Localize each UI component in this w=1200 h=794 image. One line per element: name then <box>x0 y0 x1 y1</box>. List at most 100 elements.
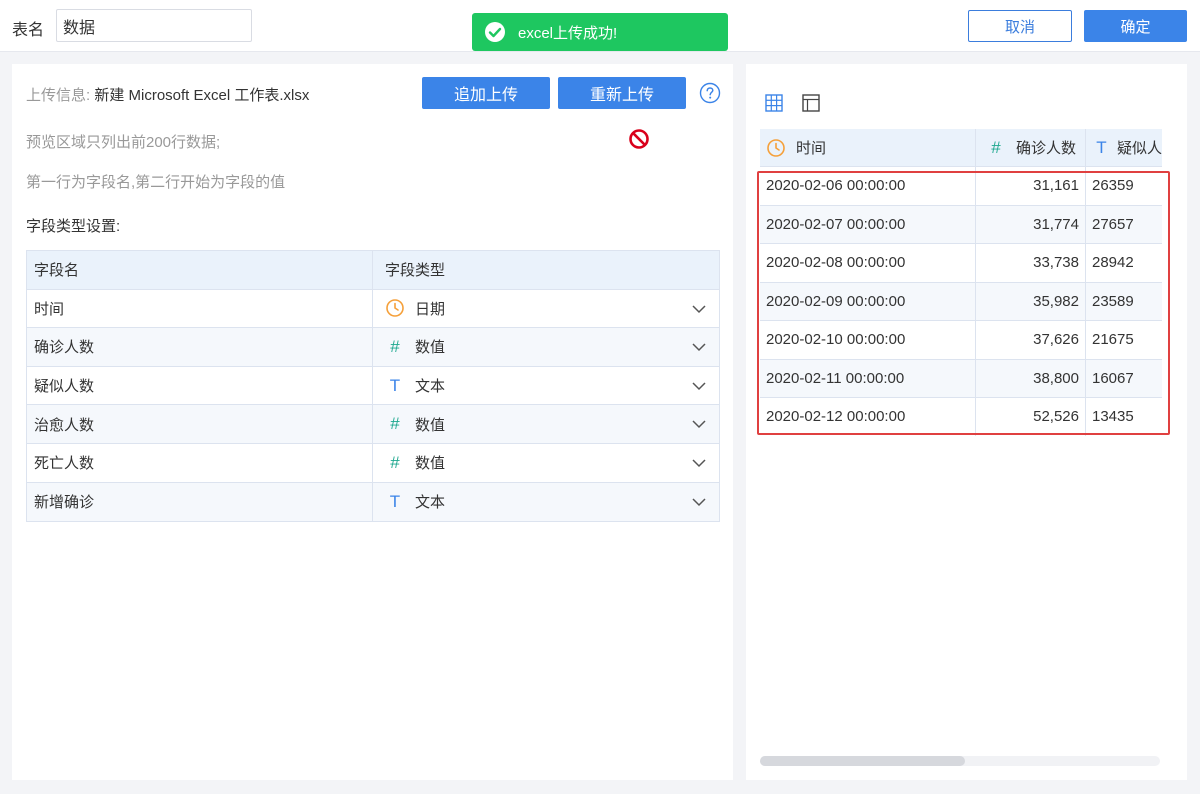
cell-suspected: 28942 <box>1092 254 1134 272</box>
cell-time: 2020-02-09 00:00:00 <box>760 282 976 320</box>
table-row: 2020-02-06 00:00:00 31,161 26359 <box>760 167 1162 206</box>
text-t-icon: T <box>389 375 401 395</box>
cell-time: 2020-02-08 00:00:00 <box>760 244 976 282</box>
layout-view-icon[interactable] <box>802 94 820 112</box>
field-type-section-title: 字段类型设置: <box>26 218 121 235</box>
table-row: 死亡人数 # 数值 <box>27 443 719 483</box>
table-name-label: 表名 <box>12 22 45 39</box>
upload-info: 上传信息: 新建 Microsoft Excel 工作表.xlsx <box>26 84 309 105</box>
preview-table-header: 时间 # 确诊人数 T 疑似人 <box>760 129 1162 167</box>
hash-icon: # <box>390 414 400 434</box>
cell-time: 2020-02-10 00:00:00 <box>760 321 976 359</box>
field-type-value: 数值 <box>415 455 446 473</box>
field-table-header: 字段名 字段类型 <box>27 251 719 290</box>
table-row: 2020-02-07 00:00:00 31,774 27657 <box>760 205 1162 244</box>
cell-time: 2020-02-12 00:00:00 <box>760 398 976 436</box>
reupload-button[interactable]: 重新上传 <box>558 77 686 109</box>
clock-icon <box>385 298 405 318</box>
field-type-select[interactable]: T 文本 <box>373 483 719 522</box>
cell-suspected: 27657 <box>1092 215 1134 233</box>
cell-time: 2020-02-06 00:00:00 <box>760 167 976 205</box>
chevron-down-icon <box>692 498 706 506</box>
cell-suspected: 21675 <box>1092 331 1134 349</box>
column-header-label: 确诊人数 <box>1016 140 1077 157</box>
check-circle-icon <box>485 22 505 42</box>
cell-confirmed: 33,738 <box>976 244 1086 282</box>
table-row: 2020-02-08 00:00:00 33,738 28942 <box>760 244 1162 283</box>
confirm-button[interactable]: 确定 <box>1084 10 1187 42</box>
column-header-suspected: T 疑似人 <box>1086 129 1162 166</box>
table-row: 2020-02-11 00:00:00 38,800 16067 <box>760 359 1162 398</box>
horizontal-scrollbar[interactable] <box>760 756 1160 766</box>
help-icon[interactable] <box>699 82 721 104</box>
cell-confirmed: 35,982 <box>976 282 1086 320</box>
upload-file-name: 新建 Microsoft Excel 工作表.xlsx <box>94 87 310 104</box>
field-type-value: 数值 <box>415 339 446 357</box>
field-name: 死亡人数 <box>27 443 373 482</box>
table-row: 新增确诊 T 文本 <box>27 482 719 522</box>
hash-icon: # <box>390 452 400 472</box>
cell-suspected: 13435 <box>1092 408 1134 426</box>
cell-suspected: 16067 <box>1092 369 1134 387</box>
table-row: 疑似人数 T 文本 <box>27 366 719 406</box>
toast-message: excel上传成功! <box>518 24 618 42</box>
text-t-icon: T <box>1096 137 1107 157</box>
chevron-down-icon <box>692 420 706 429</box>
text-t-icon: T <box>389 491 401 511</box>
cancel-button[interactable]: 取消 <box>968 10 1072 42</box>
field-type-select[interactable]: 日期 <box>373 290 719 328</box>
column-header-confirmed: # 确诊人数 <box>976 129 1086 166</box>
data-preview-panel: 时间 # 确诊人数 T 疑似人 2020-02-06 00:00:00 31,1… <box>746 64 1187 780</box>
success-toast: excel上传成功! <box>472 13 728 51</box>
chevron-down-icon <box>692 382 706 390</box>
cell-confirmed: 31,774 <box>976 205 1086 243</box>
column-header-field-type: 字段类型 <box>385 262 446 280</box>
column-header-label: 疑似人 <box>1116 140 1162 157</box>
preview-limit-note: 预览区域只列出前200行数据; <box>26 134 221 151</box>
cell-confirmed: 38,800 <box>976 359 1086 397</box>
hash-icon: # <box>991 137 1001 157</box>
ban-icon <box>629 129 649 149</box>
column-header-time: 时间 <box>760 129 976 166</box>
hash-icon: # <box>390 336 400 356</box>
field-name: 疑似人数 <box>27 366 373 405</box>
cell-confirmed: 37,626 <box>976 321 1086 359</box>
chevron-down-icon <box>692 343 706 352</box>
chevron-down-icon <box>692 305 706 313</box>
header-row-note: 第一行为字段名,第二行开始为字段的值 <box>26 174 286 191</box>
scrollbar-thumb[interactable] <box>760 756 965 766</box>
field-type-table: 字段名 字段类型 时间 日期 确诊人数 # 数值 疑似人数 T 文本 治愈人数 … <box>26 250 720 523</box>
data-preview-table: 时间 # 确诊人数 T 疑似人 2020-02-06 00:00:00 31,1… <box>760 129 1162 436</box>
column-header-field-name: 字段名 <box>27 251 373 289</box>
table-row: 时间 日期 <box>27 289 719 329</box>
table-view-icon[interactable] <box>765 94 783 112</box>
clock-icon <box>766 138 786 158</box>
table-row: 2020-02-09 00:00:00 35,982 23589 <box>760 282 1162 321</box>
upload-info-label: 上传信息: <box>26 87 91 104</box>
cell-suspected: 23589 <box>1092 292 1134 310</box>
field-type-select[interactable]: T 文本 <box>373 367 719 405</box>
table-row: 治愈人数 # 数值 <box>27 405 719 444</box>
table-name-input[interactable] <box>56 9 252 42</box>
field-type-value: 文本 <box>415 494 446 512</box>
table-row: 确诊人数 # 数值 <box>27 328 719 367</box>
field-type-value: 数值 <box>415 416 446 434</box>
field-name: 时间 <box>27 289 373 328</box>
field-type-select[interactable]: # 数值 <box>373 328 719 366</box>
cell-time: 2020-02-11 00:00:00 <box>760 359 976 397</box>
chevron-down-icon <box>692 459 706 468</box>
table-row: 2020-02-12 00:00:00 52,526 13435 <box>760 398 1162 436</box>
cell-suspected: 26359 <box>1092 177 1134 195</box>
cell-time: 2020-02-07 00:00:00 <box>760 205 976 243</box>
field-name: 新增确诊 <box>27 482 373 522</box>
field-type-value: 文本 <box>415 378 446 396</box>
field-name: 确诊人数 <box>27 328 373 366</box>
cell-confirmed: 52,526 <box>976 398 1086 436</box>
field-type-value: 日期 <box>415 300 446 318</box>
field-settings-panel: 上传信息: 新建 Microsoft Excel 工作表.xlsx 追加上传 重… <box>12 64 733 780</box>
column-header-label: 时间 <box>796 140 827 157</box>
append-upload-button[interactable]: 追加上传 <box>422 77 550 109</box>
field-type-select[interactable]: # 数值 <box>373 444 719 482</box>
field-name: 治愈人数 <box>27 405 373 443</box>
field-type-select[interactable]: # 数值 <box>373 405 719 443</box>
